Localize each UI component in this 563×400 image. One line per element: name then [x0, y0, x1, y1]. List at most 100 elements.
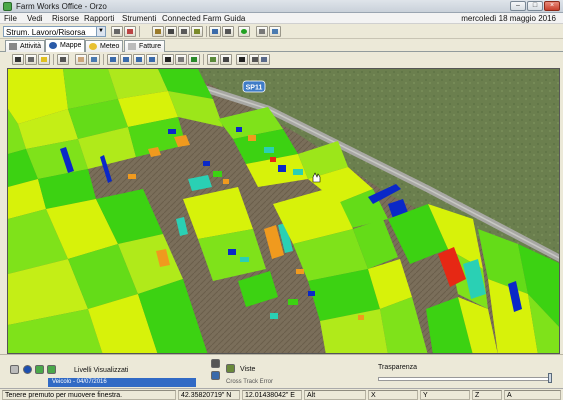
- activity-icon: [9, 43, 17, 50]
- menu-vedi[interactable]: Vedi: [27, 14, 43, 23]
- map-icon: [210, 57, 216, 62]
- minimize-button[interactable]: –: [510, 1, 526, 11]
- fields-icon: [194, 29, 200, 34]
- refresh-icon[interactable]: [35, 365, 44, 374]
- transparency-slider[interactable]: [378, 377, 550, 381]
- import-button[interactable]: [269, 26, 281, 37]
- play-button[interactable]: [236, 54, 248, 65]
- zoom-tool-button[interactable]: [88, 54, 100, 65]
- views-list-item[interactable]: Cross Track Error: [226, 379, 346, 388]
- text-tool-button[interactable]: [57, 54, 69, 65]
- transparency-slider-thumb[interactable]: [548, 373, 552, 383]
- invoice-icon: [128, 43, 136, 50]
- image-button[interactable]: [220, 54, 232, 65]
- records-icon: [127, 29, 133, 34]
- menu-connected-farm[interactable]: Connected Farm: [162, 14, 222, 23]
- tab-meteo[interactable]: Meteo: [85, 40, 124, 52]
- globe-icon: [49, 42, 57, 49]
- maximize-button[interactable]: □: [527, 1, 543, 11]
- map-view[interactable]: SP11: [7, 68, 560, 354]
- toolbar-divider: [103, 54, 104, 65]
- tab-attivita[interactable]: Attività: [5, 40, 46, 52]
- toolbar-divider: [203, 54, 204, 65]
- transparency-label: Trasparenza: [378, 364, 418, 371]
- menu-file[interactable]: File: [4, 14, 17, 23]
- work-resource-combo[interactable]: Strum. Lavoro/Risorsa ▼: [3, 26, 106, 37]
- menu-bar: File Vedi Risorse Rapporti Strumenti Con…: [0, 13, 563, 24]
- truck-button[interactable]: [165, 26, 177, 37]
- zoom-field-button[interactable]: [146, 54, 158, 65]
- edit-tool-button[interactable]: [25, 54, 37, 65]
- report-icon: [225, 29, 231, 34]
- toolbar-divider: [206, 26, 207, 37]
- toolbar-divider: [139, 26, 140, 37]
- gear-icon: [261, 57, 267, 62]
- title-bar[interactable]: Farm Works Office - Orzo – □ ×: [0, 0, 563, 13]
- sprayer-button[interactable]: [178, 26, 190, 37]
- import-icon: [272, 29, 278, 34]
- info-icon[interactable]: [23, 365, 32, 374]
- sync-icon[interactable]: [47, 365, 56, 374]
- person-icon[interactable]: [211, 371, 220, 380]
- menu-rapporti[interactable]: Rapporti: [84, 14, 114, 23]
- search-button[interactable]: [209, 26, 221, 37]
- close-button[interactable]: ×: [544, 1, 560, 11]
- print-button[interactable]: [111, 26, 123, 37]
- zoom-out-button[interactable]: [120, 54, 132, 65]
- weather-icon: [89, 43, 97, 50]
- tractor-button[interactable]: [152, 26, 164, 37]
- menu-guida[interactable]: Guida: [224, 14, 245, 23]
- plus-circle-icon: [241, 29, 247, 34]
- fields-button[interactable]: [191, 26, 203, 37]
- chevron-down-icon[interactable]: ▼: [96, 27, 105, 36]
- main-toolbar: Strum. Lavoro/Risorsa ▼: [0, 24, 563, 39]
- report-button[interactable]: [222, 26, 234, 37]
- combo-value: Strum. Lavoro/Risorsa: [6, 28, 86, 37]
- tab-fatture[interactable]: Fatture: [124, 40, 166, 52]
- road-label-text: SP11: [246, 85, 263, 92]
- toolbar-divider: [53, 54, 54, 65]
- background-map-button[interactable]: [207, 54, 219, 65]
- hand-icon: [78, 57, 84, 62]
- status-hint: Tenere premuto per muovere finestra.: [2, 390, 176, 400]
- settings-button[interactable]: [258, 54, 270, 65]
- layer-list-item[interactable]: Veicolo - 04/07/2016: [48, 378, 196, 387]
- binoculars-button[interactable]: [162, 54, 174, 65]
- zoom-in-button[interactable]: [107, 54, 119, 65]
- menu-strumenti[interactable]: Strumenti: [122, 14, 156, 23]
- tab-label: Attività: [20, 43, 42, 50]
- select-tool-button[interactable]: [12, 54, 24, 65]
- status-longitude: 12.01438042" E: [242, 390, 302, 400]
- text-tool-icon[interactable]: [211, 359, 220, 368]
- pencil-icon: [28, 57, 34, 62]
- text-icon: [60, 57, 66, 62]
- trash-icon[interactable]: [10, 365, 19, 374]
- export-icon: [259, 29, 265, 34]
- pan-tool-button[interactable]: [75, 54, 87, 65]
- measure-button[interactable]: [175, 54, 187, 65]
- current-date: mercoledì 18 maggio 2016: [461, 14, 556, 23]
- status-y: Y: [420, 390, 470, 400]
- menu-risorse[interactable]: Risorse: [52, 14, 79, 23]
- truck-icon: [168, 29, 174, 34]
- binoculars-icon: [165, 57, 171, 62]
- tab-mappe[interactable]: Mappe: [45, 39, 86, 52]
- road-label-sp11: SP11: [242, 80, 266, 93]
- export-button[interactable]: [256, 26, 268, 37]
- layer-tool-button[interactable]: [38, 54, 50, 65]
- zoom-extent-button[interactable]: [133, 54, 145, 65]
- views-label: Viste: [240, 366, 256, 373]
- status-x: X: [368, 390, 418, 400]
- search-icon: [212, 29, 218, 34]
- records-button[interactable]: [124, 26, 136, 37]
- sprayer-icon: [181, 29, 187, 34]
- zoom-in-icon: [110, 57, 116, 62]
- tab-label: Mappe: [60, 42, 82, 49]
- add-button[interactable]: [238, 26, 250, 37]
- image-icon: [223, 57, 229, 62]
- aerial-map[interactable]: SP11: [8, 69, 560, 354]
- draw-button[interactable]: [188, 54, 200, 65]
- measure-icon: [178, 57, 184, 62]
- status-a: A: [504, 390, 561, 400]
- layers-label: Livelli Visualizzati: [74, 367, 129, 374]
